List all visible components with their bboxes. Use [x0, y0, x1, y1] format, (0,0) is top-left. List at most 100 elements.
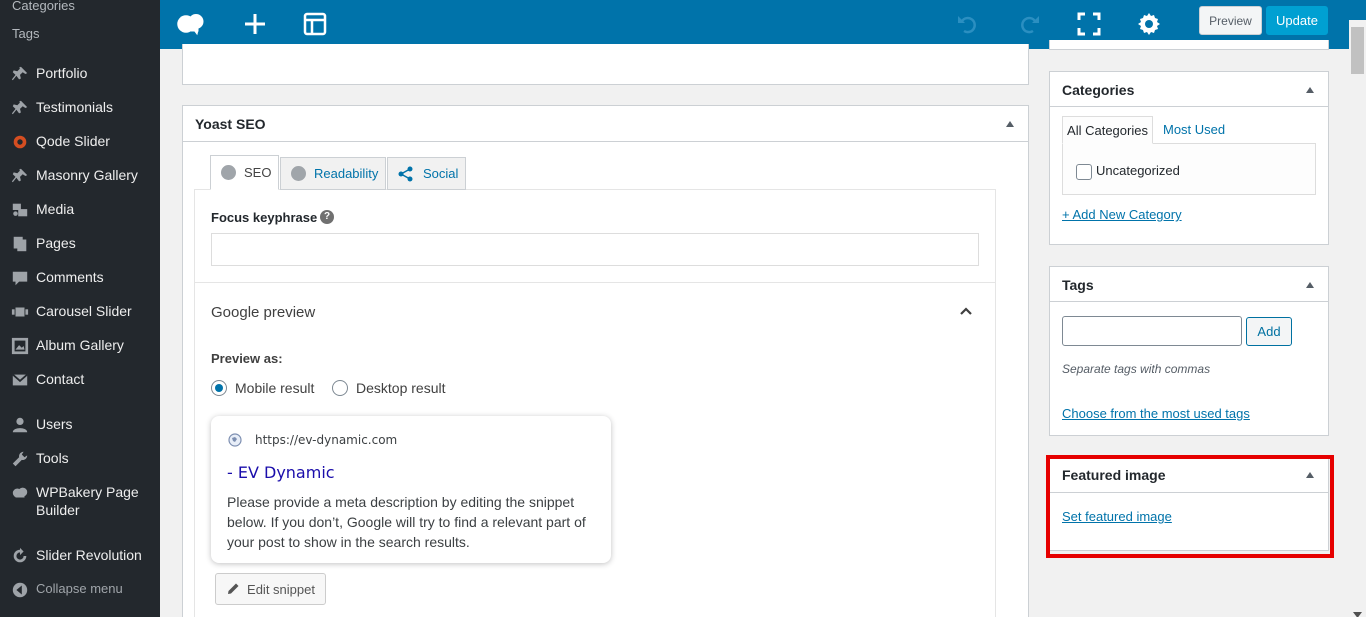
- tab-social[interactable]: Social: [387, 157, 466, 190]
- sidebar-item-label: Carousel Slider: [36, 303, 132, 319]
- tab-readability[interactable]: Readability: [280, 157, 386, 190]
- snippet-title: - EV Dynamic: [227, 463, 335, 482]
- scrollbar-thumb[interactable]: [1351, 27, 1364, 74]
- snippet-url: https://ev-dynamic.com: [255, 433, 398, 447]
- chevron-up-icon[interactable]: [958, 303, 974, 324]
- scroll-down-arrow-icon[interactable]: [1353, 605, 1362, 617]
- focus-keyphrase-label: Focus keyphrase: [211, 210, 318, 225]
- mobile-result-radio[interactable]: [211, 380, 227, 396]
- tab-all-categories[interactable]: All Categories: [1062, 116, 1153, 144]
- divider: [183, 141, 1028, 142]
- gallery-icon: [0, 337, 36, 355]
- add-new-category-link[interactable]: + Add New Category: [1062, 207, 1182, 222]
- help-icon[interactable]: ?: [320, 210, 334, 224]
- sidebar-item-label: Album Gallery: [36, 337, 124, 353]
- undo-icon[interactable]: [950, 6, 986, 42]
- cloud-icon: [0, 484, 36, 502]
- collapse-arrow-icon[interactable]: [1006, 121, 1014, 127]
- page-scrollbar[interactable]: [1349, 20, 1366, 617]
- edit-snippet-button[interactable]: Edit snippet: [215, 573, 326, 605]
- sidebar-item-label: Tools: [36, 450, 69, 466]
- sidebar-item-label: Contact: [36, 371, 85, 387]
- snippet-description: Please provide a meta description by edi…: [227, 494, 586, 550]
- globe-icon: [228, 433, 242, 452]
- add-element-icon[interactable]: [237, 6, 273, 42]
- collapse-icon: [0, 581, 36, 599]
- categories-title: Categories: [1062, 82, 1135, 98]
- mail-icon: [0, 371, 36, 389]
- mobile-result-label: Mobile result: [235, 380, 315, 396]
- submenu-categories[interactable]: Categories: [12, 0, 75, 13]
- focus-keyphrase-input[interactable]: [211, 233, 979, 266]
- sidebar-item-testimonials[interactable]: Testimonials: [0, 98, 160, 117]
- pencil-icon: [226, 582, 240, 596]
- sidebar-item-label: Users: [36, 416, 73, 432]
- readability-score-icon: [291, 166, 306, 181]
- sidebar-item-masonry-gallery[interactable]: Masonry Gallery: [0, 166, 160, 185]
- wpbakery-logo-icon[interactable]: [173, 6, 209, 42]
- comment-icon: [0, 269, 36, 287]
- pin-icon: [0, 65, 36, 83]
- preview-button[interactable]: Preview: [1199, 6, 1262, 35]
- settings-gear-icon[interactable]: [1131, 6, 1167, 42]
- sidebar-item-label: Media: [36, 201, 75, 217]
- tag-input[interactable]: [1062, 316, 1242, 346]
- tab-label: SEO: [244, 165, 272, 180]
- sidebar-item-album-gallery[interactable]: Album Gallery: [0, 336, 160, 355]
- redo-icon[interactable]: [1011, 6, 1047, 42]
- wrench-icon: [0, 450, 36, 468]
- tags-hint: Separate tags with commas: [1062, 362, 1211, 376]
- desktop-result-radio[interactable]: [332, 380, 348, 396]
- sidebar-item-media[interactable]: Media: [0, 200, 160, 219]
- tab-label: Social: [423, 166, 459, 181]
- refresh-icon: [0, 547, 36, 565]
- pin-icon: [0, 99, 36, 117]
- sidebar-item-contact[interactable]: Contact: [0, 370, 160, 389]
- sidebar-item-portfolio[interactable]: Portfolio: [0, 64, 160, 83]
- divider: [1050, 106, 1328, 107]
- sidebar-item-label: Comments: [36, 269, 104, 285]
- sidebar-item-label: Pages: [36, 235, 76, 251]
- side-panel-top: [1049, 40, 1329, 50]
- google-snippet-preview[interactable]: https://ev-dynamic.com - EV Dynamic Plea…: [211, 416, 611, 563]
- sidebar-item-label: Testimonials: [36, 99, 114, 115]
- desktop-result-label: Desktop result: [356, 380, 446, 396]
- circle-icon: [0, 133, 36, 151]
- sidebar-item-carousel-slider[interactable]: Carousel Slider: [0, 302, 160, 321]
- divider: [195, 282, 995, 283]
- templates-icon[interactable]: [297, 6, 333, 42]
- sidebar-item-pages[interactable]: Pages: [0, 234, 160, 253]
- tab-label: Readability: [314, 166, 379, 181]
- uncategorized-checkbox[interactable]: [1076, 164, 1092, 180]
- preview-as-label: Preview as:: [211, 351, 283, 366]
- media-icon: [0, 201, 36, 219]
- sidebar-item-wpbakery[interactable]: WPBakery Page Builder: [0, 483, 160, 519]
- tab-most-used[interactable]: Most Used: [1163, 122, 1225, 137]
- highlight-box: [1046, 455, 1334, 558]
- choose-most-used-tags-link[interactable]: Choose from the most used tags: [1062, 406, 1250, 421]
- sidebar-item-label: Slider Revolution: [36, 547, 142, 563]
- collapse-arrow-icon[interactable]: [1306, 282, 1314, 288]
- collapse-menu[interactable]: Collapse menu: [0, 580, 160, 599]
- divider: [1050, 301, 1328, 302]
- content-panel-top: [182, 44, 1029, 85]
- seo-score-icon: [221, 165, 236, 180]
- uncategorized-label: Uncategorized: [1096, 163, 1180, 178]
- sidebar-item-tools[interactable]: Tools: [0, 449, 160, 468]
- sidebar-item-slider-revolution[interactable]: Slider Revolution: [0, 546, 160, 565]
- update-button[interactable]: Update: [1266, 6, 1328, 35]
- edit-snippet-label: Edit snippet: [247, 581, 315, 597]
- yoast-seo-title: Yoast SEO: [195, 116, 266, 132]
- tab-seo[interactable]: SEO: [210, 155, 279, 190]
- fullscreen-icon[interactable]: [1071, 6, 1107, 42]
- sidebar-item-label-line2: Builder: [36, 502, 80, 518]
- sidebar-item-qode-slider[interactable]: Qode Slider: [0, 132, 160, 151]
- sidebar-item-label: WPBakery Page: [36, 484, 139, 500]
- submenu-tags[interactable]: Tags: [12, 26, 39, 41]
- admin-sidebar: Categories Tags Portfolio Testimonials Q…: [0, 0, 160, 617]
- collapse-arrow-icon[interactable]: [1306, 87, 1314, 93]
- sidebar-item-comments[interactable]: Comments: [0, 268, 160, 287]
- add-tag-button[interactable]: Add: [1246, 317, 1292, 346]
- sidebar-item-label: Qode Slider: [36, 133, 110, 149]
- sidebar-item-users[interactable]: Users: [0, 415, 160, 434]
